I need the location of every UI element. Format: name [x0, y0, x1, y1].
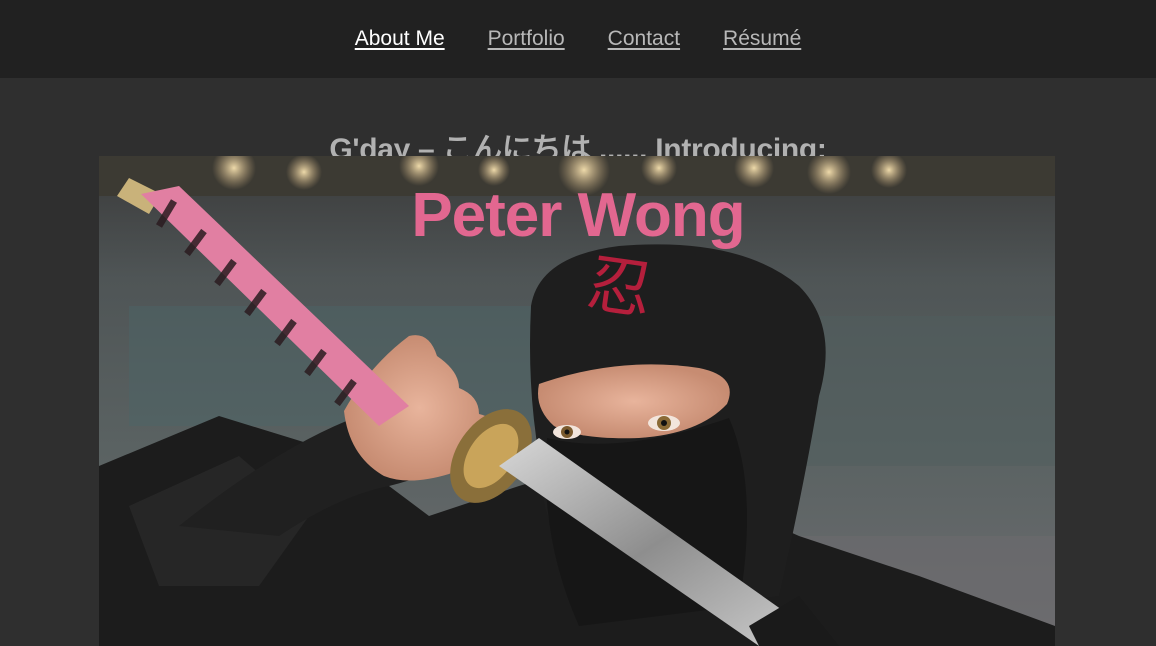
nav-link-portfolio[interactable]: Portfolio	[488, 27, 565, 51]
headband-symbol: 忍	[583, 247, 657, 329]
hero-name: Peter Wong	[411, 181, 745, 250]
nav-link-about-me[interactable]: About Me	[355, 27, 445, 51]
top-navigation: About Me Portfolio Contact Résumé	[0, 0, 1156, 78]
nav-link-resume[interactable]: Résumé	[723, 27, 801, 51]
nav-link-contact[interactable]: Contact	[608, 27, 680, 51]
